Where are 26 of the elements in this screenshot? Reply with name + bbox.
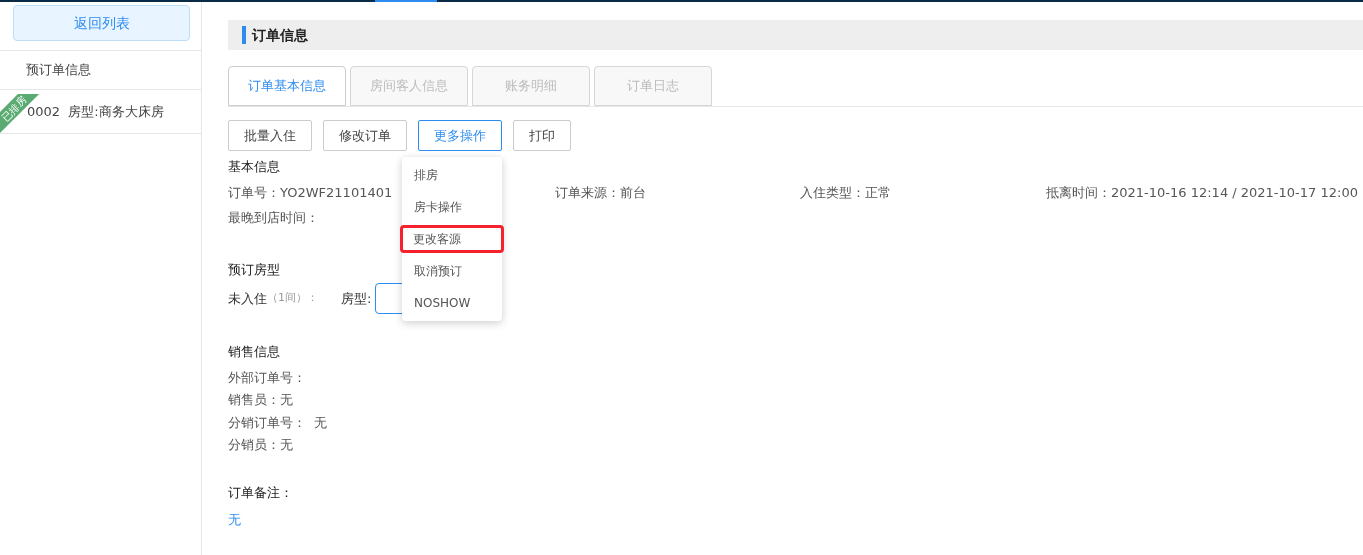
info-field: 分销员：无 xyxy=(228,435,1363,455)
info-field: 外部订单号： xyxy=(228,367,1363,387)
room-type-label: 房型: xyxy=(341,289,372,308)
remark-value: 无 xyxy=(228,511,242,529)
action-button[interactable]: 打印 xyxy=(513,120,571,151)
info-field: 销售员：无 xyxy=(228,390,1363,410)
room-count: （1间）： xyxy=(267,290,319,307)
section-heading: 订单备注： xyxy=(228,483,293,502)
info-field: 抵离时间：2021-10-16 12:14 / 2021-10-17 12:00 xyxy=(1046,182,1358,202)
menu-item[interactable]: 更改客源 xyxy=(400,225,504,253)
tab[interactable]: 订单基本信息 xyxy=(228,66,346,106)
info-field: 分销订单号： 无 xyxy=(228,412,1363,432)
room-item[interactable]: 已排房 0002 房型:商务大床房 xyxy=(0,90,201,134)
action-button[interactable]: 更多操作 xyxy=(418,120,502,151)
section-heading: 预订房型 xyxy=(228,260,280,279)
info-field: 入住类型：正常 xyxy=(800,182,1046,202)
header-title: 订单信息 xyxy=(252,25,308,45)
menu-item[interactable]: NOSHOW xyxy=(404,289,504,317)
room-status: 未入住 xyxy=(228,289,267,308)
section-heading: 销售信息 xyxy=(228,343,280,361)
action-button[interactable]: 批量入住 xyxy=(228,120,312,151)
section-title: 预订单信息 xyxy=(0,51,201,90)
menu-item[interactable]: 取消预订 xyxy=(404,257,504,285)
info-field: 订单来源：前台 xyxy=(555,182,800,202)
action-button[interactable]: 修改订单 xyxy=(323,120,407,151)
section-heading: 基本信息 xyxy=(228,158,280,176)
